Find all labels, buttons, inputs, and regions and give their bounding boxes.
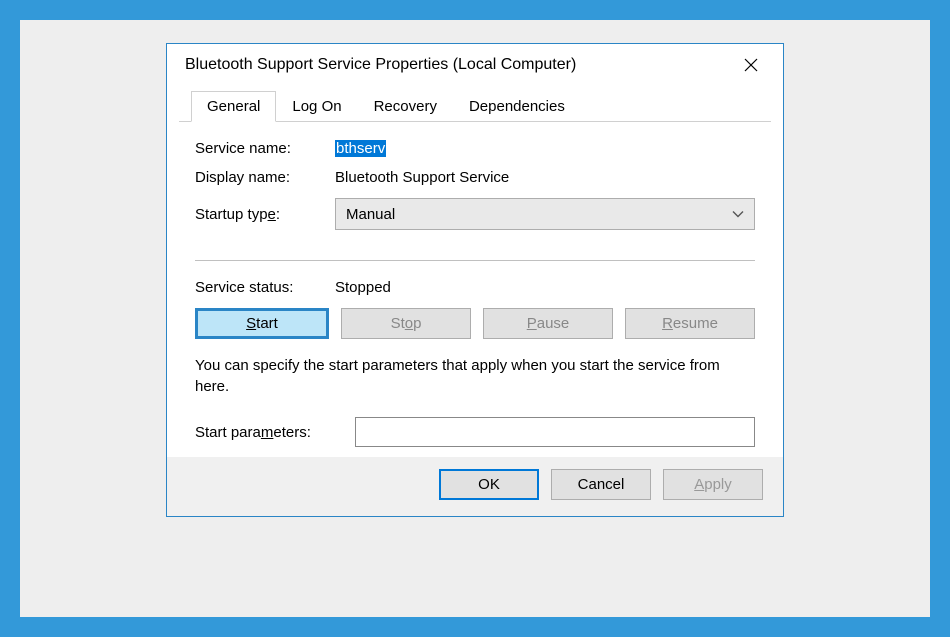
resume-button: Resume — [625, 308, 755, 339]
titlebar: Bluetooth Support Service Properties (Lo… — [167, 44, 783, 86]
pause-button: Pause — [483, 308, 613, 339]
row-start-parameters: Start parameters: — [195, 417, 755, 447]
apply-button: Apply — [663, 469, 763, 500]
chevron-down-icon — [732, 206, 744, 223]
tab-dependencies[interactable]: Dependencies — [453, 91, 581, 122]
label-start-parameters: Start parameters: — [195, 424, 355, 441]
tab-general[interactable]: General — [191, 91, 276, 122]
stop-button: Stop — [341, 308, 471, 339]
dropdown-value: Manual — [346, 206, 395, 223]
value-display-name: Bluetooth Support Service — [335, 169, 509, 186]
tab-strip: General Log On Recovery Dependencies — [179, 90, 771, 122]
start-button[interactable]: Start — [195, 308, 329, 339]
dropdown-startup-type[interactable]: Manual — [335, 198, 755, 230]
dialog-button-bar: OK Cancel Apply — [167, 457, 783, 516]
window-title: Bluetooth Support Service Properties (Lo… — [185, 56, 731, 74]
label-service-status: Service status: — [195, 279, 335, 296]
separator — [195, 260, 755, 261]
close-button[interactable] — [731, 49, 771, 81]
label-startup-type: Startup type: — [195, 206, 335, 223]
tab-logon[interactable]: Log On — [276, 91, 357, 122]
close-icon — [744, 58, 758, 72]
ok-button[interactable]: OK — [439, 469, 539, 500]
cancel-button[interactable]: Cancel — [551, 469, 651, 500]
value-service-status: Stopped — [335, 279, 391, 296]
tab-content-general: Service name: bthserv Display name: Blue… — [167, 122, 783, 457]
label-display-name: Display name: — [195, 169, 335, 186]
row-service-name: Service name: bthserv — [195, 140, 755, 157]
outer-frame: Bluetooth Support Service Properties (Lo… — [20, 20, 930, 617]
helper-text: You can specify the start parameters tha… — [195, 355, 755, 397]
row-startup-type: Startup type: Manual — [195, 198, 755, 230]
service-control-buttons: Start Stop Pause Resume — [195, 308, 755, 339]
input-start-parameters[interactable] — [355, 417, 755, 447]
service-properties-dialog: Bluetooth Support Service Properties (Lo… — [166, 43, 784, 517]
row-service-status: Service status: Stopped — [195, 279, 755, 296]
row-display-name: Display name: Bluetooth Support Service — [195, 169, 755, 186]
label-service-name: Service name: — [195, 140, 335, 157]
value-service-name[interactable]: bthserv — [335, 140, 386, 157]
selected-service-name: bthserv — [335, 140, 386, 157]
tab-recovery[interactable]: Recovery — [358, 91, 453, 122]
